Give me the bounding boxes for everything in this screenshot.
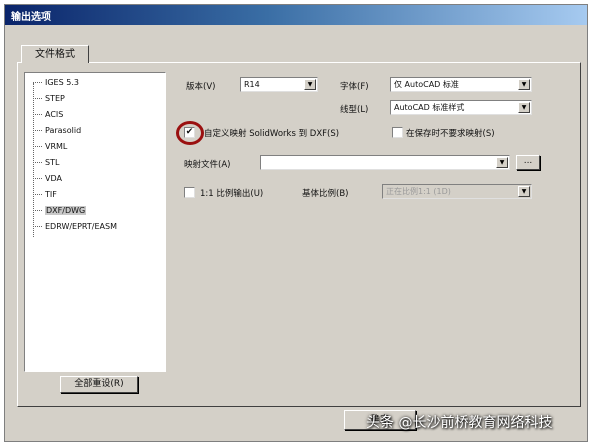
format-item-parasolid[interactable]: Parasolid [33,125,81,136]
linetype-label: 线型(L) [340,105,369,115]
font-select[interactable]: 仅 AutoCAD 标准 ▼ [390,77,532,92]
format-item-edrw[interactable]: EDRW/EPRT/EASM [33,221,117,232]
tab-file-format[interactable]: 文件格式 [21,45,89,63]
watermark: 头条 @长沙前桥教育网络科技 [366,412,552,432]
font-label: 字体(F) [340,82,369,92]
title-bar[interactable]: 输出选项 [5,5,587,25]
custom-map-label: 自定义映射 SolidWorks 到 DXF(S) [204,129,340,139]
window-title: 输出选项 [11,12,51,23]
map-file-label: 映射文件(A) [184,160,231,170]
scale-base-select[interactable]: 正在比例1:1 (1D) ▼ [382,184,532,199]
browse-button[interactable]: ... [516,155,540,170]
format-item-tif[interactable]: TIF [33,189,57,200]
version-label: 版本(V) [186,82,216,92]
format-item-dxf-dwg[interactable]: DXF/DWG [33,205,87,216]
chevron-down-icon[interactable]: ▼ [496,157,508,168]
no-ask-checkbox[interactable] [392,127,403,138]
chevron-down-icon[interactable]: ▼ [518,102,530,113]
format-item-step[interactable]: STEP [33,93,65,104]
scale-output-checkbox[interactable] [184,187,195,198]
chevron-down-icon[interactable]: ▼ [518,186,530,197]
chevron-down-icon[interactable]: ▼ [304,79,316,90]
chevron-down-icon[interactable]: ▼ [518,79,530,90]
format-item-vda[interactable]: VDA [33,173,62,184]
format-item-acis[interactable]: ACIS [33,109,63,120]
linetype-select[interactable]: AutoCAD 标准样式 ▼ [390,100,532,115]
custom-map-checkbox[interactable]: ✔ [184,127,195,138]
watermark-text: 头条 @长沙前桥教育网络科技 [366,415,553,431]
scale-base-label: 基体比例(B) [302,189,349,199]
reset-all-button[interactable]: 全部重设(R) [60,376,138,393]
format-item-stl[interactable]: STL [33,157,59,168]
format-item-vrml[interactable]: VRML [33,141,67,152]
format-item-iges[interactable]: IGES 5.3 [33,77,79,88]
map-file-select[interactable]: ▼ [260,155,510,170]
scale-output-label: 1:1 比例输出(U) [200,189,264,199]
format-list[interactable]: IGES 5.3 STEP ACIS Parasolid VRML STL VD… [24,72,166,372]
no-ask-label: 在保存时不要求映射(S) [406,129,495,139]
version-select[interactable]: R14 ▼ [240,77,318,92]
